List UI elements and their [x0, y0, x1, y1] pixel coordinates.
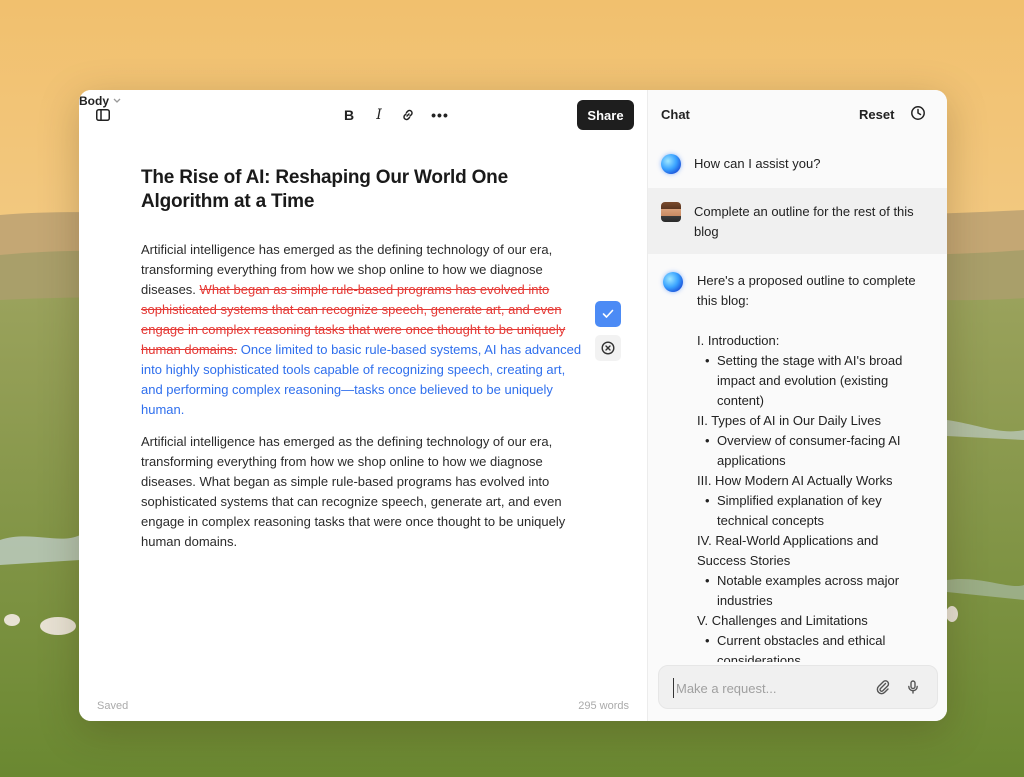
outline-item: III. How Modern AI Actually Works [697, 473, 893, 488]
outline-item: II. Types of AI in Our Daily Lives [697, 413, 882, 428]
outline-subitem: Notable examples across major industries [697, 571, 929, 611]
microphone-icon[interactable] [905, 679, 923, 697]
chat-request-input[interactable] [673, 678, 863, 698]
link-icon[interactable] [398, 105, 418, 125]
document-title[interactable]: The Rise of AI: Reshaping Our World One … [141, 166, 586, 214]
paragraph-suggested-edit[interactable]: Artificial intelligence has emerged as t… [141, 240, 586, 420]
ai-response-message[interactable]: Here's a proposed outline to complete th… [648, 258, 947, 662]
bold-button[interactable]: B [339, 105, 359, 125]
app-window: Body B I ••• Share The Rise of AI: Resha… [79, 90, 947, 721]
user-message: Complete an outline for the rest of this… [648, 188, 947, 254]
ai-greeting-message: How can I assist you? [648, 140, 947, 188]
reject-suggestion-button[interactable] [595, 335, 621, 361]
outline-item: V. Challenges and Limitations [697, 613, 868, 628]
outline-subitem: Setting the stage with AI's broad impact… [697, 351, 929, 411]
outline-subitem: Current obstacles and ethical considerat… [697, 631, 929, 662]
document-body[interactable]: The Rise of AI: Reshaping Our World One … [141, 166, 586, 552]
outline-item: IV. Real-World Applications and Success … [697, 533, 879, 568]
chat-panel: Chat Reset How can I assist you? Complet… [647, 90, 947, 721]
word-count: 295 words [578, 700, 629, 712]
greeting-text: How can I assist you? [694, 156, 821, 171]
share-button[interactable]: Share [577, 100, 634, 130]
ai-orb-icon [663, 272, 683, 292]
outline-subitem: Overview of consumer-facing AI applicati… [697, 431, 929, 471]
ai-response-intro: Here's a proposed outline to complete th… [697, 273, 916, 308]
italic-button[interactable]: I [369, 105, 389, 125]
outline-list: I. Introduction: Setting the stage with A… [697, 331, 929, 662]
check-icon [602, 309, 614, 318]
editor-panel: Body B I ••• Share The Rise of AI: Resha… [79, 90, 647, 721]
chevron-down-icon [113, 96, 121, 106]
avatar [661, 202, 681, 222]
accept-suggestion-button[interactable] [595, 301, 621, 327]
outline-item: I. Introduction: [697, 333, 780, 348]
history-icon[interactable] [910, 105, 928, 123]
editor-toolbar: Body B I ••• Share [79, 90, 647, 140]
close-circle-icon [601, 341, 615, 355]
more-icon[interactable]: ••• [429, 105, 451, 125]
chat-title: Chat [661, 107, 690, 122]
text-style-dropdown[interactable]: Body [79, 90, 647, 112]
user-message-text: Complete an outline for the rest of this… [694, 204, 914, 239]
reset-button[interactable]: Reset [859, 107, 894, 122]
ai-orb-icon [661, 154, 681, 174]
sidebar-toggle-icon[interactable] [93, 106, 113, 124]
outline-subitem: Simplified explanation of key technical … [697, 491, 929, 531]
paperclip-icon[interactable] [875, 679, 893, 697]
chat-input-box [658, 665, 938, 709]
save-status: Saved [97, 700, 129, 712]
chat-header: Chat Reset [648, 90, 947, 140]
paragraph[interactable]: Artificial intelligence has emerged as t… [141, 432, 586, 552]
